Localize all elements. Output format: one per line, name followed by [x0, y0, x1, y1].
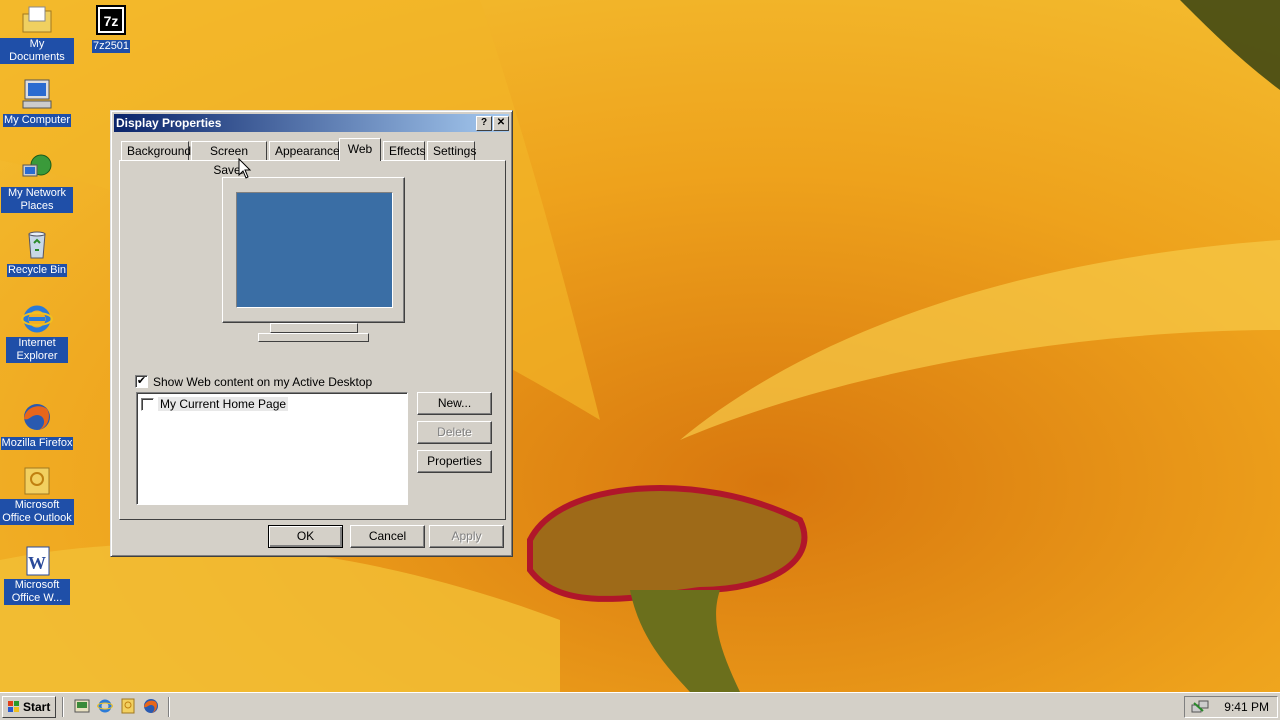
desktop-icon-label: My Network Places: [1, 187, 73, 213]
web-tab-panel: ✔ Show Web content on my Active Desktop …: [119, 160, 506, 520]
desktop-icon-my-documents[interactable]: My Documents: [0, 4, 74, 64]
help-button[interactable]: ?: [476, 116, 492, 131]
desktop-icon-internet-explorer[interactable]: Internet Explorer: [0, 303, 74, 363]
recycle-bin-icon: [28, 231, 46, 259]
new-button[interactable]: New...: [417, 392, 492, 415]
firefox-icon: [24, 404, 50, 430]
desktop-icon-word[interactable]: W Microsoft Office W...: [0, 545, 74, 605]
desktop-icon-recycle-bin[interactable]: Recycle Bin: [0, 228, 74, 277]
display-properties-dialog: Display Properties ? ✕ Background Screen…: [110, 110, 513, 557]
outlook-icon[interactable]: [120, 698, 136, 714]
desktop-icon-label: Internet Explorer: [6, 337, 68, 363]
cancel-button[interactable]: Cancel: [350, 525, 425, 548]
dialog-titlebar[interactable]: Display Properties ? ✕: [114, 114, 509, 132]
network-tray-icon[interactable]: [1191, 699, 1209, 715]
web-content-list[interactable]: My Current Home Page: [136, 392, 408, 505]
desktop-icon-firefox[interactable]: Mozilla Firefox: [0, 401, 74, 450]
desktop-icon-my-computer[interactable]: My Computer: [0, 78, 74, 127]
mouse-cursor-icon: [238, 158, 252, 179]
tab-settings[interactable]: Settings: [427, 141, 476, 160]
show-web-content-label: Show Web content on my Active Desktop: [153, 375, 373, 389]
home-page-checkbox[interactable]: [141, 398, 154, 411]
start-label: Start: [23, 700, 51, 714]
desktop-icon-label: 7z2501: [91, 40, 131, 53]
desktop-icon-label: My Computer: [2, 114, 72, 127]
tab-effects[interactable]: Effects: [383, 141, 425, 160]
tab-appearance[interactable]: Appearance: [269, 141, 340, 160]
monitor-preview-base: [258, 333, 369, 342]
close-button[interactable]: ✕: [493, 116, 509, 131]
my-documents-icon: [22, 6, 52, 33]
desktop-icon-label: My Documents: [0, 38, 74, 64]
network-places-icon: [22, 154, 52, 177]
ok-button[interactable]: OK: [268, 525, 343, 548]
apply-button[interactable]: Apply: [429, 525, 504, 548]
my-computer-icon: [22, 79, 52, 109]
desktop-icon-7z2501[interactable]: 7z 7z2501: [74, 4, 148, 53]
tab-screen-saver[interactable]: Screen Saver: [191, 141, 267, 177]
desktop-icon-outlook[interactable]: Microsoft Office Outlook: [0, 465, 74, 525]
desktop-icon-label: Microsoft Office W...: [4, 579, 70, 605]
properties-button[interactable]: Properties: [417, 450, 492, 473]
start-button[interactable]: Start: [2, 696, 56, 718]
svg-text:W: W: [28, 553, 46, 573]
system-tray: 9:41 PM: [1184, 696, 1278, 718]
firefox-icon[interactable]: [143, 698, 159, 714]
7zip-icon: 7z: [96, 5, 126, 35]
delete-button[interactable]: Delete: [417, 421, 492, 444]
desktop-icon-label: Microsoft Office Outlook: [0, 499, 74, 525]
show-web-content-checkbox[interactable]: ✔: [135, 375, 148, 388]
desktop-icon-label: Recycle Bin: [6, 264, 68, 277]
desktop-icon-network-places[interactable]: My Network Places: [0, 153, 74, 213]
list-item-label: My Current Home Page: [158, 397, 289, 411]
taskbar-clock[interactable]: 9:41 PM: [1224, 697, 1269, 717]
dialog-title: Display Properties: [116, 116, 222, 130]
word-icon: W: [26, 546, 50, 576]
taskbar-separator: [168, 697, 170, 717]
tab-background[interactable]: Background: [121, 141, 191, 160]
outlook-icon: [24, 467, 50, 495]
internet-explorer-icon: [21, 305, 53, 333]
taskbar: Start 9:41 PM: [0, 692, 1280, 720]
windows-flag-icon: [8, 701, 19, 712]
7zip-glyph: 7z: [104, 13, 119, 29]
taskbar-separator: [62, 697, 64, 717]
monitor-preview-stand: [270, 323, 358, 333]
internet-explorer-icon[interactable]: [97, 698, 113, 714]
tab-web[interactable]: Web: [339, 138, 381, 161]
monitor-preview-screen: [236, 192, 393, 308]
show-desktop-icon[interactable]: [74, 698, 90, 714]
monitor-preview: [222, 177, 405, 323]
desktop-icon-label: Mozilla Firefox: [0, 437, 74, 450]
